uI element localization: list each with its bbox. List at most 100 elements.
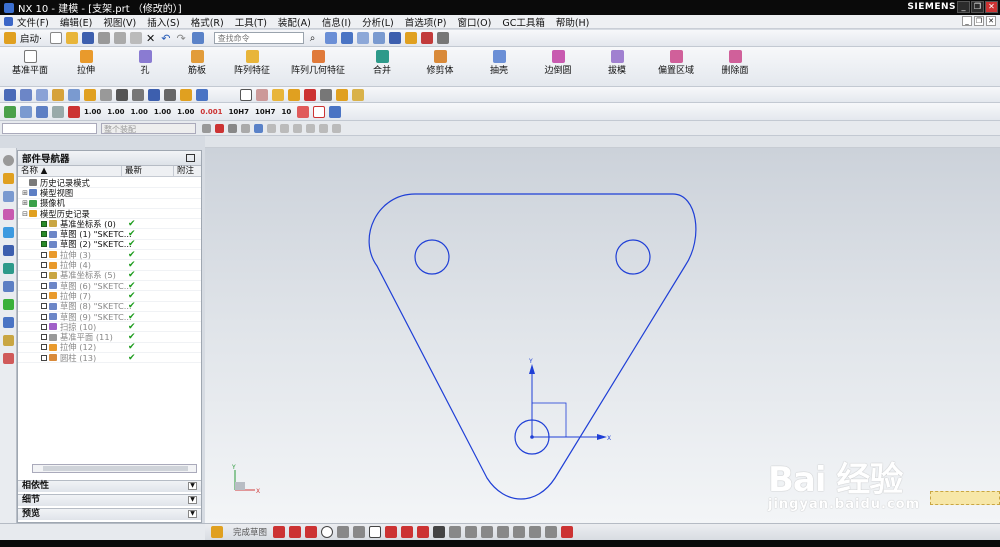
circle-icon[interactable] [321, 526, 334, 538]
extrude-button[interactable]: 拉伸 [54, 47, 118, 87]
pattern-curve-icon[interactable] [465, 526, 478, 538]
display-constraints-icon[interactable] [561, 526, 574, 538]
snap-icon[interactable] [421, 32, 434, 44]
cut-icon[interactable] [98, 32, 111, 44]
snap-value-8[interactable]: 10H7 [255, 108, 275, 116]
pattern-feature-button[interactable]: 阵列特征 [222, 47, 282, 87]
spline-icon[interactable] [401, 526, 414, 538]
scrollbar-thumb[interactable] [43, 466, 188, 471]
datum-plane-button[interactable]: 基准平面 [6, 47, 54, 87]
corner-icon[interactable] [529, 526, 542, 538]
table-icon[interactable] [256, 88, 268, 101]
visibility-checkbox[interactable] [41, 344, 47, 351]
measure-distance-icon[interactable] [36, 105, 48, 118]
show-hide-icon[interactable] [405, 32, 418, 44]
hole-left[interactable] [414, 239, 450, 275]
minimize-button[interactable]: _ [957, 1, 970, 13]
curve-icon[interactable] [132, 88, 144, 101]
menu-edit[interactable]: 编辑(E) [60, 15, 92, 29]
triangle-icon[interactable] [240, 88, 252, 101]
snap-value-3[interactable]: 1.00 [131, 108, 148, 116]
part-nav-icon[interactable] [3, 209, 14, 220]
hole-button[interactable]: 孔 [118, 47, 172, 87]
analysis-icon[interactable] [20, 105, 32, 118]
menu-gc-toolbox[interactable]: GC工具箱 [502, 15, 545, 29]
arc-icon[interactable] [305, 526, 318, 538]
visibility-checkbox[interactable] [41, 323, 47, 330]
settings-icon[interactable] [3, 155, 14, 166]
finish-sketch-label[interactable]: 完成草图 [233, 526, 267, 538]
menu-info[interactable]: 信息(I) [322, 15, 351, 29]
menu-preferences[interactable]: 首选项(P) [405, 15, 447, 29]
panel-dependencies[interactable]: 相依性 ▼ [18, 480, 201, 492]
polygon-icon[interactable] [385, 526, 398, 538]
app-menu-icon[interactable] [4, 17, 13, 26]
assembly-nav-icon[interactable] [3, 173, 14, 184]
offset-face-icon[interactable] [68, 88, 80, 101]
visibility-checkbox[interactable] [41, 292, 47, 299]
layer-icon[interactable] [389, 32, 402, 44]
material-icon[interactable] [352, 88, 364, 101]
trim-body-button[interactable]: 修剪体 [410, 47, 470, 87]
gear-icon[interactable] [202, 123, 211, 133]
pmi-icon[interactable] [272, 88, 284, 101]
replace-face-icon[interactable] [36, 88, 48, 101]
paste-icon[interactable] [130, 32, 143, 44]
process-studio-icon[interactable] [3, 317, 14, 328]
constraint-icon[interactable] [545, 526, 558, 538]
move-face-icon[interactable] [4, 88, 16, 101]
visibility-checkbox[interactable] [41, 282, 47, 289]
resize-blend-icon[interactable] [52, 88, 64, 101]
menu-window[interactable]: 窗口(O) [457, 15, 491, 29]
delete-face-button[interactable]: 删除面 [706, 47, 764, 87]
tree-row[interactable]: 圆柱 (13) ✔ [18, 353, 201, 364]
extend-icon[interactable] [513, 526, 526, 538]
measure-icon[interactable] [437, 32, 450, 44]
manufacturing-wizard-icon[interactable] [3, 335, 14, 346]
point-icon[interactable] [116, 88, 128, 101]
save-icon[interactable] [82, 32, 95, 44]
snap-value-2[interactable]: 1.00 [107, 108, 124, 116]
menu-tools[interactable]: 工具(T) [235, 15, 267, 29]
visibility-checkbox[interactable] [41, 303, 47, 310]
chevron-down-icon[interactable]: ▼ [188, 496, 197, 504]
restore-button[interactable]: ❐ [971, 1, 984, 13]
type-filter-dropdown[interactable] [2, 122, 97, 134]
delete-icon[interactable]: ✕ [146, 32, 155, 45]
draft-button[interactable]: 拔模 [588, 47, 646, 87]
note-icon[interactable] [288, 88, 300, 101]
rollback-icon[interactable] [180, 88, 192, 101]
trim-icon[interactable] [497, 526, 510, 538]
snap-value-9[interactable]: 10 [282, 108, 292, 116]
undo-icon[interactable]: ↶ [161, 32, 170, 45]
dimension-icon[interactable] [100, 88, 112, 101]
pattern-geometry-button[interactable]: 阵列几何特征 [282, 47, 354, 87]
render-style-icon[interactable] [357, 32, 370, 44]
fit-icon[interactable] [325, 32, 338, 44]
web-browser-icon[interactable] [3, 263, 14, 274]
offset-region-button[interactable]: 偏置区域 [646, 47, 706, 87]
chamfer-icon[interactable] [353, 526, 366, 538]
offset-curve-icon[interactable] [449, 526, 462, 538]
horizontal-scrollbar[interactable] [32, 464, 197, 473]
column-name[interactable]: 名称 ▲ [18, 166, 122, 176]
expand-toggle-icon[interactable]: ⊞ [21, 189, 29, 197]
fillet-icon[interactable] [337, 526, 350, 538]
arrow-icon[interactable] [329, 105, 342, 118]
quadrant-icon[interactable] [332, 123, 341, 133]
menu-assembly[interactable]: 装配(A) [278, 15, 311, 29]
new-icon[interactable] [50, 32, 63, 44]
point-sketch-icon[interactable] [433, 526, 446, 538]
panel-details[interactable]: 细节 ▼ [18, 494, 201, 506]
center-icon[interactable] [306, 123, 315, 133]
doc-close-button[interactable]: ✕ [986, 16, 996, 26]
roles-icon[interactable] [3, 353, 14, 364]
lasso-icon[interactable] [241, 123, 250, 133]
midpoint-icon[interactable] [293, 123, 302, 133]
shell-button[interactable]: 抽壳 [470, 47, 528, 87]
endpoint-icon[interactable] [280, 123, 289, 133]
hd3d-icon[interactable] [3, 245, 14, 256]
column-uptodate[interactable]: 最新 [122, 166, 174, 176]
snap-value-1[interactable]: 1.00 [84, 108, 101, 116]
expand-toggle-icon[interactable]: ⊟ [21, 210, 29, 218]
